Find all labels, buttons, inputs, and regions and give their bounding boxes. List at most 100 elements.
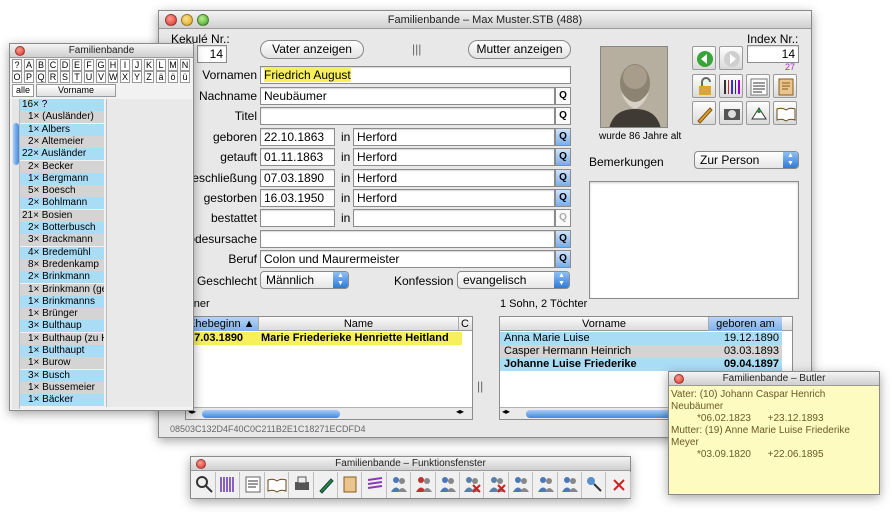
people-group2-button[interactable] [534, 472, 558, 498]
book-button[interactable] [265, 472, 290, 498]
people-blue-button[interactable] [387, 472, 412, 498]
pen-button[interactable] [314, 472, 338, 498]
close-window-button[interactable] [674, 374, 684, 384]
lock-button[interactable] [692, 74, 716, 98]
delete-person-button[interactable] [485, 472, 509, 498]
beruf-search-button[interactable]: Q [555, 250, 571, 268]
letter-index-button[interactable]: A [24, 59, 34, 71]
people-group-button[interactable] [509, 472, 534, 498]
name-list-item[interactable]: 2× Botterbusch [20, 222, 104, 234]
name-list-titlebar[interactable]: Familienbande [10, 44, 193, 58]
back-arrow-button[interactable] [692, 46, 716, 70]
portrait-photo[interactable] [600, 46, 668, 128]
minimize-window-button[interactable] [181, 14, 193, 26]
titel-search-button[interactable]: Q [555, 107, 571, 125]
scroll-right-arrow-icon[interactable]: ◂▸ [456, 407, 464, 416]
letter-index-button[interactable]: ö [168, 71, 178, 83]
letter-index-button[interactable]: M [168, 59, 178, 71]
getauft-place-field[interactable]: Herford [353, 148, 555, 166]
letter-index-button[interactable]: R [48, 71, 58, 83]
todesursache-search-button[interactable]: Q [555, 230, 571, 248]
getauft-place-search-button[interactable]: Q [555, 148, 571, 166]
letter-index-button[interactable]: ? [12, 59, 22, 71]
name-list-item[interactable]: 1× Brinkmanns [20, 295, 104, 308]
main-titlebar[interactable]: Familienbande – Max Muster.STB (488) [159, 11, 811, 29]
todesursache-field[interactable] [260, 230, 555, 248]
eheschliessung-place-field[interactable]: Herford [353, 169, 555, 187]
vater-anzeigen-button[interactable]: Vater anzeigen [260, 40, 364, 59]
name-list-item[interactable]: 1× Bussemeier [20, 381, 104, 394]
name-list-item[interactable]: 16× ? [20, 99, 104, 111]
people-blue2-button[interactable] [436, 472, 460, 498]
list-button[interactable] [241, 472, 265, 498]
scroll-thumb[interactable] [13, 123, 19, 165]
close-window-button[interactable] [165, 14, 177, 26]
pencil-button[interactable] [692, 101, 716, 125]
printer-button[interactable] [290, 472, 314, 498]
name-list-item[interactable]: 2× Becker [20, 160, 104, 173]
child-row[interactable]: Johanne Luise Friederike 09.04.1897 [500, 358, 782, 371]
mutter-anzeigen-button[interactable]: Mutter anzeigen [468, 40, 571, 59]
geboren-place-field[interactable]: Herford [353, 128, 555, 146]
barcode-button[interactable] [216, 472, 241, 498]
name-list-item[interactable]: 5× Boesch [20, 185, 104, 198]
scroll-thumb[interactable] [526, 410, 676, 418]
forward-arrow-button[interactable] [719, 46, 743, 70]
nachname-field[interactable]: Neubäumer [260, 87, 555, 105]
getauft-date-field[interactable]: 01.11.1863 [260, 148, 335, 166]
close-window-button[interactable] [196, 459, 206, 469]
scroll-button[interactable] [773, 74, 797, 98]
children-col-vorname[interactable]: Vorname [500, 317, 708, 331]
list-button[interactable] [746, 74, 770, 98]
name-list-item[interactable]: 22× Ausländer [20, 148, 104, 161]
letter-index-button[interactable]: S [60, 71, 70, 83]
magnifier-button[interactable] [192, 472, 216, 498]
scroll-button[interactable] [338, 472, 363, 498]
letter-index-button[interactable]: L [156, 59, 166, 71]
eheschliessung-date-field[interactable]: 07.03.1890 [260, 169, 335, 187]
scroll-thumb[interactable] [202, 410, 340, 418]
letter-index-button[interactable]: Y [132, 71, 142, 83]
vornamen-field[interactable]: Friedrich August [260, 66, 571, 84]
letter-index-button[interactable]: H [108, 59, 118, 71]
name-list-item[interactable]: 2× Brinkmann [20, 271, 104, 284]
name-list-item[interactable]: 1× Albers [20, 123, 104, 136]
close-window-button[interactable] [15, 46, 25, 56]
bemerkungen-textarea[interactable] [589, 181, 799, 299]
name-list-item[interactable]: 3× Busch [20, 369, 104, 382]
book-button[interactable] [773, 101, 797, 125]
gestorben-date-field[interactable]: 16.03.1950 [260, 189, 335, 207]
gestorben-place-search-button[interactable]: Q [555, 189, 571, 207]
bestattet-place-field[interactable] [353, 209, 555, 227]
name-list-item[interactable]: 1× (Ausländer) [20, 111, 104, 124]
letter-index-button[interactable]: E [72, 59, 82, 71]
geschlecht-select[interactable]: Männlich ▲ ▼ [260, 271, 349, 289]
child-row[interactable]: Casper Hermann Heinrich 03.03.1893 [500, 345, 782, 358]
titel-field[interactable] [260, 107, 555, 125]
letter-index-button[interactable]: U [84, 71, 94, 83]
stamp-button[interactable] [746, 101, 770, 125]
letter-index-button[interactable]: B [36, 59, 46, 71]
child-row[interactable]: Anna Marie Luise 19.12.1890 [500, 332, 782, 345]
name-list-item[interactable]: 1× Brünger [20, 308, 104, 321]
letter-index-button[interactable]: X [120, 71, 130, 83]
letter-index-button[interactable]: N [180, 59, 190, 71]
letter-index-button[interactable]: I [120, 59, 130, 71]
partner-col-name[interactable]: Name [258, 317, 458, 331]
letter-index-button[interactable]: ä [156, 71, 166, 83]
letter-index-button[interactable]: W [108, 71, 118, 83]
name-list-scrollbar[interactable] [12, 99, 20, 409]
name-list-item[interactable]: 1× Bergmann [20, 172, 104, 185]
letter-index-button[interactable]: O [12, 71, 22, 83]
search-person-button[interactable] [582, 472, 607, 498]
index-field[interactable]: 14 [747, 45, 799, 63]
name-list-item[interactable]: 4× Bredemühl [20, 246, 104, 259]
name-list-item[interactable]: 1× Burow [20, 357, 104, 370]
letter-index-button[interactable]: Z [144, 71, 154, 83]
name-list-item[interactable]: 1× Brinkmann (ge [20, 283, 104, 296]
partner-col-c[interactable]: C [458, 317, 472, 331]
name-list-item[interactable]: 3× Brackmann [20, 234, 104, 247]
name-list-item[interactable]: 1× Bäcker [20, 394, 104, 407]
beruf-field[interactable]: Colon und Maurermeister [260, 250, 555, 268]
name-list-item[interactable]: 21× Bosien [20, 209, 104, 222]
